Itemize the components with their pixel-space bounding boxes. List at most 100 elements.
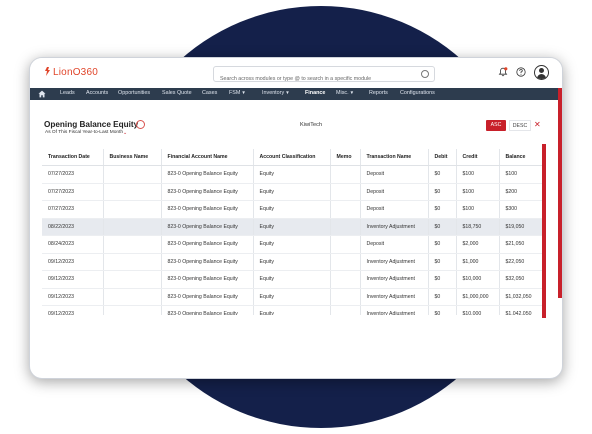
table-cell (102, 218, 161, 236)
table-cell (102, 183, 161, 201)
app-window: LionO360 Leads Accounts Opportunities Sa… (29, 57, 563, 379)
column-header[interactable]: Business Name (102, 149, 161, 166)
column-header[interactable]: Memo (329, 149, 360, 166)
table-row[interactable]: 09/12/2023 823-0 Opening Balance Equity Eq… (42, 288, 542, 306)
table-cell (329, 270, 360, 289)
notification-icon[interactable] (498, 67, 508, 77)
help-icon[interactable] (516, 67, 526, 77)
nav-fsm-label: FSM (229, 90, 241, 96)
table-row[interactable]: 09/12/2023 823-0 Opening Balance Equity Eq… (42, 270, 542, 289)
table-cell (329, 218, 360, 236)
table-cell: 09/12/2023 (42, 253, 103, 271)
filter-icon[interactable] (136, 120, 145, 129)
nav-cases-label: Cases (202, 90, 218, 96)
column-header[interactable]: Transaction Name (359, 149, 428, 166)
table-cell (329, 235, 360, 254)
table-cell: Inventory Adjustment (359, 305, 428, 315)
table-cell: $100 (498, 165, 542, 184)
table-cell: Equity (252, 305, 330, 315)
company-name: KiwiTech (300, 122, 323, 128)
table-cell: 823-0 Opening Balance Equity (160, 270, 253, 289)
table-row[interactable]: 07/27/2023 823-0 Opening Balance Equity Eq… (42, 165, 542, 184)
table-cell: $0 (427, 288, 456, 306)
column-header[interactable]: Credit (455, 149, 499, 166)
table-cell: 823-0 Opening Balance Equity (160, 218, 253, 236)
table-cell: 823-0 Opening Balance Equity (160, 253, 253, 271)
home-icon[interactable] (38, 90, 46, 98)
nav-configurations[interactable]: Configurations (400, 90, 435, 96)
table-cell: $0 (427, 165, 456, 184)
nav-fsm[interactable]: FSM▼ (229, 90, 246, 96)
table-cell: Equity (252, 218, 330, 236)
table-cell: $1,000,000 (455, 288, 499, 306)
table-cell: 823-0 Opening Balance Equity (160, 200, 253, 219)
column-header[interactable]: Account Classification (252, 149, 330, 166)
chevron-down-icon: ▼ (241, 90, 246, 95)
column-header[interactable]: Financial Account Name (160, 149, 253, 166)
global-search[interactable] (213, 66, 435, 86)
main-nav: Leads Accounts Opportunities Sales Quote… (30, 88, 558, 100)
table-cell: $10,000 (455, 270, 499, 289)
nav-cases[interactable]: Cases (202, 90, 217, 96)
app-logo[interactable]: LionO360 (44, 67, 98, 78)
close-icon[interactable]: ✕ (534, 120, 541, 130)
table-cell: Inventory Adjustment (359, 218, 428, 236)
column-header[interactable]: Balance (498, 149, 542, 166)
user-avatar-icon[interactable] (534, 65, 549, 80)
table-row[interactable]: 09/12/2023 823-0 Opening Balance Equity Eq… (42, 253, 542, 271)
chevron-down-icon: ▼ (285, 90, 290, 95)
table-cell: Equity (252, 165, 330, 184)
table-row[interactable]: 08/24/2023 823-0 Opening Balance Equity Eq… (42, 235, 542, 254)
nav-opportunities-label: Opportunities (118, 90, 151, 96)
table-cell: Deposit (359, 200, 428, 219)
sort-desc-button[interactable]: DESC (509, 120, 531, 131)
table-cell: $32,050 (498, 270, 542, 289)
sort-asc-button[interactable]: ASC (486, 120, 506, 131)
table-cell (329, 165, 360, 184)
nav-accounts[interactable]: Accounts (86, 90, 108, 96)
table-cell: $1,032,050 (498, 288, 542, 306)
table-cell: 09/12/2023 (42, 270, 103, 289)
table-row[interactable]: 07/27/2023 823-0 Opening Balance Equity Eq… (42, 183, 542, 201)
window-accent-strip (558, 88, 562, 298)
table-header-row: Transaction Date Business Name Financial… (42, 149, 542, 166)
table-cell: $0 (427, 305, 456, 315)
nav-reports[interactable]: Reports (369, 90, 388, 96)
nav-inventory[interactable]: Inventory▼ (262, 90, 290, 96)
table-cell: Equity (252, 235, 330, 254)
table-row[interactable]: 07/27/2023 823-0 Opening Balance Equity Eq… (42, 200, 542, 219)
table-cell (329, 200, 360, 219)
table-cell (329, 253, 360, 271)
table-cell: 09/12/2023 (42, 305, 103, 315)
search-icon[interactable] (421, 70, 429, 78)
table-cell: $1,042,050 (498, 305, 542, 315)
table-cell: $1,000 (455, 253, 499, 271)
table-cell: Inventory Adjustment (359, 288, 428, 306)
report-period[interactable]: As Of This Fiscal Year-to-Last Month (45, 130, 123, 135)
table-cell: $2,000 (455, 235, 499, 254)
column-header[interactable]: Debit (427, 149, 456, 166)
table-cell: $200 (498, 183, 542, 201)
table-cell: 09/12/2023 (42, 288, 103, 306)
table-body: 07/27/2023 823-0 Opening Balance Equity Eq… (42, 165, 542, 315)
table-row[interactable]: 08/22/2023 823-0 Opening Balance Equity Eq… (42, 218, 542, 236)
table-cell (329, 288, 360, 306)
nav-leads[interactable]: Leads (60, 90, 75, 96)
nav-opportunities[interactable]: Opportunities (118, 90, 150, 96)
table-row[interactable]: 09/12/2023 823-0 Opening Balance Equity Eq… (42, 305, 542, 315)
table-cell: 08/22/2023 (42, 218, 103, 236)
nav-misc[interactable]: Misc.▼ (336, 90, 354, 96)
nav-finance[interactable]: Finance (305, 90, 325, 96)
search-input[interactable] (214, 72, 420, 86)
chevron-down-icon[interactable]: ⌄ (123, 130, 127, 136)
table-cell: Deposit (359, 235, 428, 254)
nav-sales-quote-label: Sales Quote (162, 90, 192, 96)
table-cell: 823-0 Opening Balance Equity (160, 288, 253, 306)
table-scrollbar[interactable] (542, 144, 546, 318)
table-cell: 823-0 Opening Balance Equity (160, 235, 253, 254)
nav-sales-quote[interactable]: Sales Quote (162, 90, 192, 96)
table-cell (102, 235, 161, 254)
table-cell: Equity (252, 288, 330, 306)
column-header[interactable]: Transaction Date (42, 149, 103, 166)
report-table-container: Transaction Date Business Name Financial… (42, 149, 542, 315)
